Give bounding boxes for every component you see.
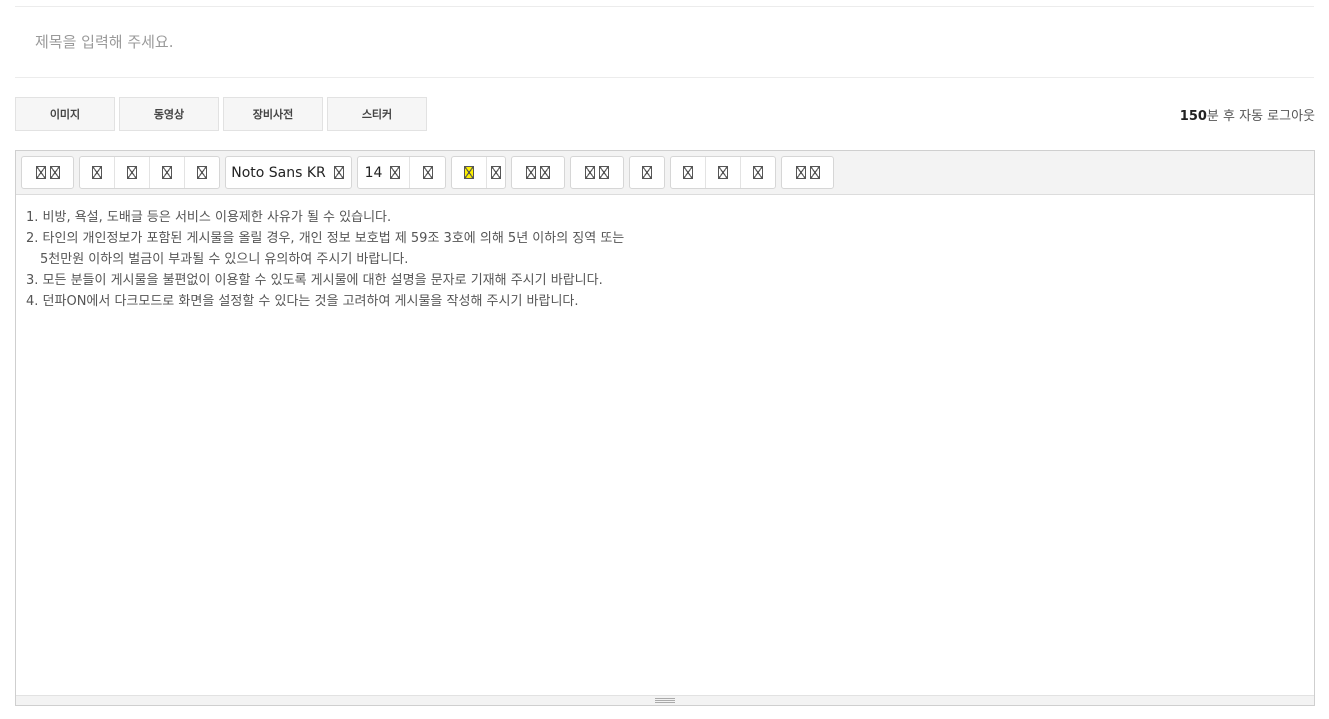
toolbar-button[interactable] — [512, 157, 564, 188]
broken-image-icon — [92, 166, 102, 179]
broken-image-icon — [526, 166, 536, 179]
equipment-dictionary-button[interactable]: 장비사전 — [223, 97, 323, 131]
toolbar-button[interactable] — [571, 157, 623, 188]
auto-logout-notice: 150분 후 자동 로그아웃 — [1180, 105, 1315, 124]
broken-image-icon — [809, 166, 820, 179]
guideline-line: 5천만원 이하의 벌금이 부과될 수 있으니 유의하여 주시기 바랍니다. — [40, 252, 409, 267]
toolbar-button[interactable] — [22, 157, 73, 188]
font-family-dropdown[interactable]: Noto Sans KR — [226, 157, 351, 188]
broken-image-icon — [162, 166, 172, 179]
toolbar-button[interactable] — [671, 157, 706, 188]
guideline-line: 1. 비방, 욕설, 도배글 등은 서비스 이용제한 사유가 될 수 있습니다. — [26, 210, 392, 225]
broken-image-icon — [540, 166, 550, 179]
broken-image-icon — [683, 166, 693, 179]
toolbar-group-8 — [670, 156, 776, 189]
image-button[interactable]: 이미지 — [15, 97, 115, 131]
toolbar-group-2 — [79, 156, 220, 189]
broken-image-icon — [491, 166, 501, 179]
toolbar-button[interactable] — [115, 157, 150, 188]
logout-minutes: 150 — [1179, 109, 1207, 124]
broken-image-icon — [333, 166, 344, 179]
sticker-button[interactable]: 스티커 — [327, 97, 427, 131]
toolbar-group-9 — [781, 156, 834, 189]
font-family-value: Noto Sans KR — [231, 164, 326, 181]
title-input[interactable] — [15, 7, 1314, 77]
font-size-select[interactable]: 14 — [357, 156, 446, 189]
broken-image-icon — [599, 166, 609, 179]
broken-image-icon — [49, 166, 60, 179]
toolbar-button[interactable] — [410, 157, 445, 188]
highlight-icon — [464, 166, 474, 179]
broken-image-icon — [35, 166, 46, 179]
grip-icon — [655, 698, 675, 703]
broken-image-icon — [127, 166, 137, 179]
guideline-line: 3. 모든 분들이 게시물을 불편없이 이용할 수 있도록 게시물에 대한 설명… — [26, 273, 603, 288]
toolbar-group-5 — [511, 156, 565, 189]
toolbar-group-1 — [21, 156, 74, 189]
editor-toolbar: Noto Sans KR 14 — [16, 151, 1314, 195]
broken-image-icon — [642, 166, 652, 179]
toolbar-button[interactable] — [782, 157, 833, 188]
broken-image-icon — [390, 166, 401, 179]
broken-image-icon — [718, 166, 728, 179]
font-family-select[interactable]: Noto Sans KR — [225, 156, 352, 189]
broken-image-icon — [197, 166, 207, 179]
editor-resize-handle[interactable] — [16, 695, 1314, 705]
broken-image-icon — [585, 166, 595, 179]
editor-content[interactable]: 1. 비방, 욕설, 도배글 등은 서비스 이용제한 사유가 될 수 있습니다.… — [26, 207, 1296, 312]
toolbar-button[interactable] — [185, 157, 219, 188]
video-button[interactable]: 동영상 — [119, 97, 219, 131]
font-size-value: 14 — [364, 164, 383, 181]
broken-image-icon — [795, 166, 806, 179]
title-area — [15, 6, 1314, 78]
toolbar-button[interactable] — [487, 157, 505, 188]
logout-suffix: 분 후 자동 로그아웃 — [1206, 109, 1315, 124]
toolbar-button[interactable] — [80, 157, 115, 188]
toolbar-group-6 — [570, 156, 624, 189]
toolbar-group-7 — [629, 156, 665, 189]
guideline-line: 4. 던파ON에서 다크모드로 화면을 설정할 수 있다는 것을 고려하여 게시… — [26, 294, 579, 309]
guideline-line: 2. 타인의 개인정보가 포함된 게시물을 올릴 경우, 개인 정보 보호법 제… — [26, 231, 625, 246]
font-size-dropdown[interactable]: 14 — [358, 157, 410, 188]
toolbar-button[interactable] — [741, 157, 775, 188]
broken-image-icon — [422, 166, 433, 179]
toolbar-button[interactable] — [706, 157, 741, 188]
toolbar-button[interactable] — [630, 157, 664, 188]
toolbar-button[interactable] — [150, 157, 185, 188]
highlight-color-button[interactable] — [452, 157, 487, 188]
rich-text-editor: Noto Sans KR 14 1. 비방, 욕설, 도배글 등은 서비스 이용… — [15, 150, 1315, 706]
broken-image-icon — [753, 166, 763, 179]
toolbar-group-color — [451, 156, 506, 189]
